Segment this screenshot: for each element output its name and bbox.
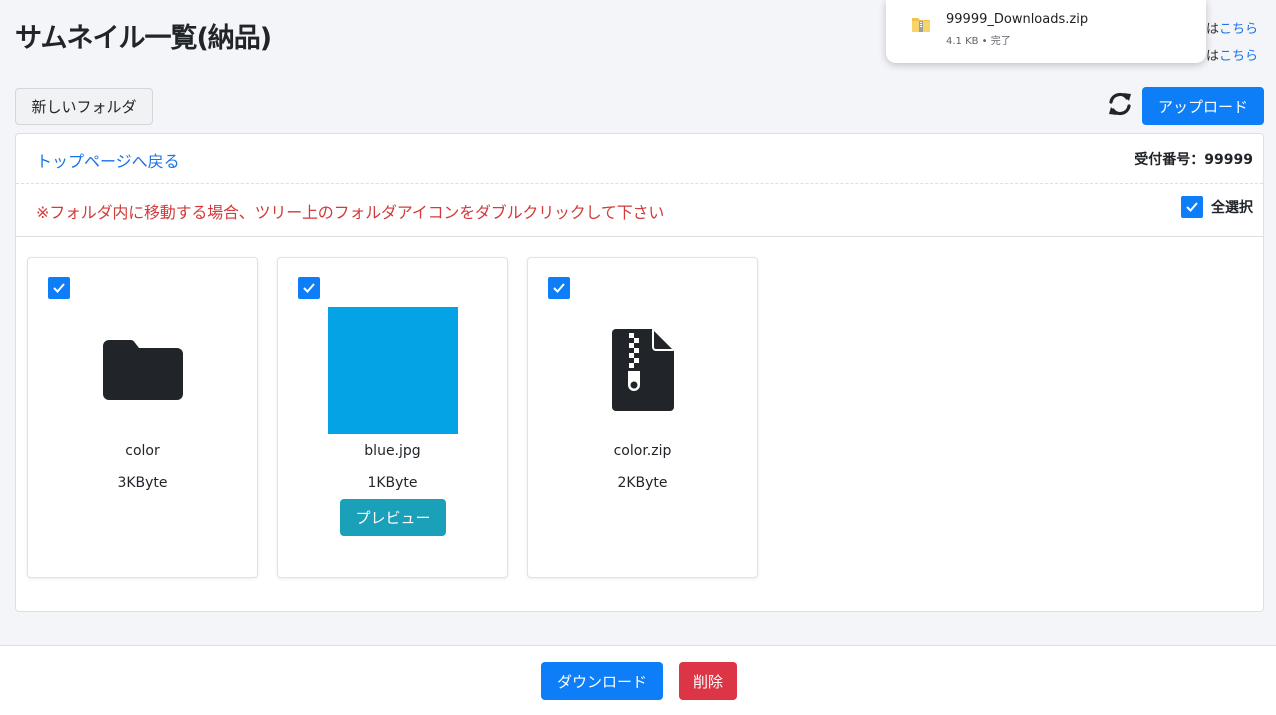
receipt-number: 受付番号：99999 [1134,152,1253,168]
file-name: color [125,443,160,459]
refresh-icon[interactable] [1106,90,1134,118]
file-card-blue-jpg[interactable]: blue.jpg 1KByte プレビュー [277,257,508,578]
file-name: color.zip [613,443,672,459]
new-folder-button[interactable]: 新しいフォルダ [15,88,153,125]
divider [16,183,1263,184]
check-icon [553,283,565,293]
check-icon [53,283,65,293]
link-row-prefix: は [1205,22,1219,37]
folder-icon[interactable] [102,340,183,404]
file-card-color-zip[interactable]: color.zip 2KByte [527,257,758,578]
link-row-2: はこちら [1206,43,1258,70]
download-filename[interactable]: 99999_Downloads.zip [946,12,1088,27]
download-popup[interactable]: 99999_Downloads.zip 4.1 KB • 完了 [886,0,1206,63]
select-all[interactable]: 全選択 [1181,196,1253,218]
file-checkbox[interactable] [48,277,70,299]
kochira-link-2[interactable]: こちら [1219,49,1258,64]
zip-folder-icon [911,16,931,37]
file-name: blue.jpg [364,443,421,459]
file-card-color[interactable]: color 3KByte [27,257,258,578]
select-all-checkbox[interactable] [1181,196,1203,218]
footer-bar: ダウンロード 削除 [0,645,1276,715]
link-row-1: はこちら [1206,16,1258,43]
file-panel: トップページへ戻る 受付番号：99999 ※フォルダ内に移動する場合、ツリー上の… [15,133,1264,612]
back-to-top-link[interactable]: トップページへ戻る [36,148,180,172]
folder-notice: ※フォルダ内に移動する場合、ツリー上のフォルダアイコンをダブルクリックして下さい [36,203,665,222]
divider [16,236,1263,237]
kochira-link-1[interactable]: こちら [1219,22,1258,37]
download-meta: 4.1 KB • 完了 [946,36,1011,47]
zip-file-icon[interactable] [611,329,674,415]
file-size: 1KByte [367,475,418,491]
header-links: はこちら はこちら [1206,16,1258,70]
file-checkbox[interactable] [298,277,320,299]
file-size: 2KByte [617,475,668,491]
select-all-label: 全選択 [1211,200,1253,216]
page-title: サムネイル一覧(納品) [15,23,272,54]
file-size: 3KByte [117,475,168,491]
upload-button[interactable]: アップロード [1142,87,1264,125]
delete-button[interactable]: 削除 [679,662,737,700]
image-thumbnail[interactable] [327,307,458,434]
check-icon [1186,202,1198,212]
preview-button[interactable]: プレビュー [340,499,446,536]
download-button[interactable]: ダウンロード [541,662,663,700]
check-icon [303,283,315,293]
file-checkbox[interactable] [548,277,570,299]
link-row-prefix: は [1205,49,1219,64]
